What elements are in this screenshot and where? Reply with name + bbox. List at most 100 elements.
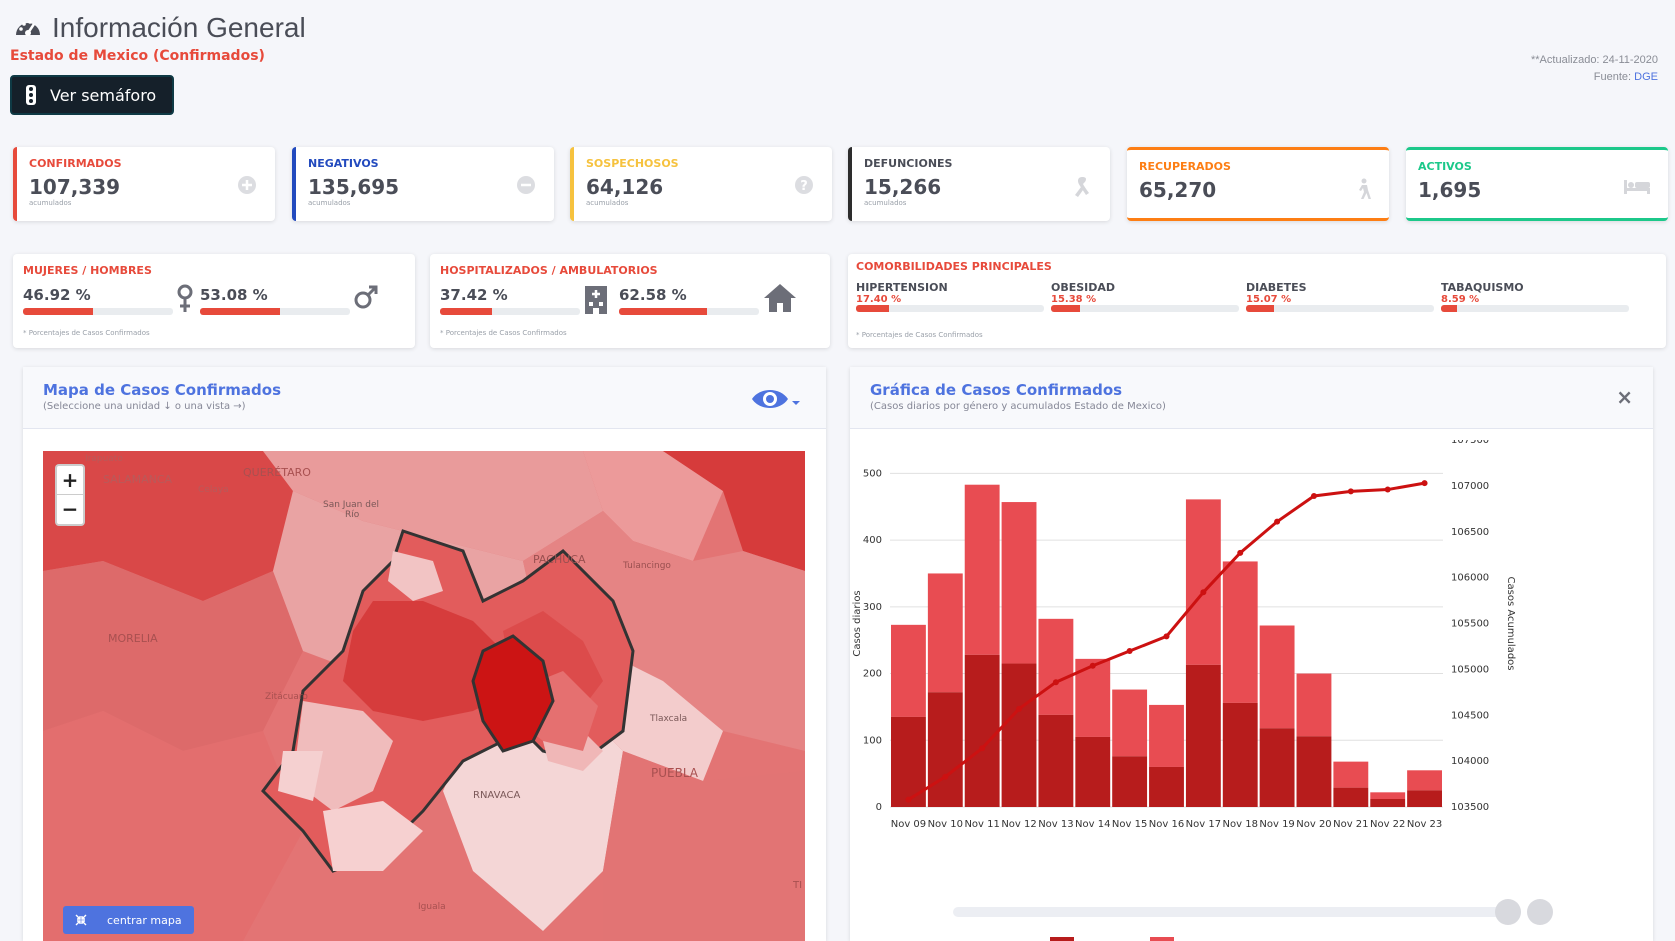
comorb-label: OBESIDAD bbox=[1051, 281, 1116, 294]
map-label: Celaya bbox=[198, 485, 229, 495]
kpi-activos: ACTIVOS 1,695 bbox=[1406, 147, 1668, 221]
comorb-label: TABAQUISMO bbox=[1441, 281, 1524, 294]
kpi-label: DEFUNCIONES bbox=[864, 157, 953, 170]
cumulative-point bbox=[1052, 679, 1059, 686]
male-icon bbox=[354, 285, 378, 309]
hospital-icon bbox=[585, 286, 607, 314]
comorb-card: COMORBILIDADES PRINCIPALES HIPERTENSION … bbox=[848, 254, 1666, 348]
y-axis-label: Casos diarios bbox=[852, 590, 863, 656]
y2-tick-label: 103500 bbox=[1451, 802, 1489, 813]
close-chart-button[interactable]: × bbox=[1616, 385, 1633, 409]
map-label: SALAMANCA bbox=[103, 473, 173, 486]
men-bar-fill bbox=[200, 308, 280, 315]
range-handle-right[interactable] bbox=[1527, 899, 1553, 925]
comorb-label: HIPERTENSION bbox=[856, 281, 948, 294]
map-label: MORELIA bbox=[108, 632, 158, 645]
comorb-bar-fill bbox=[1051, 305, 1080, 312]
map-subtitle: (Seleccione una unidad ↓ o una vista →) bbox=[43, 401, 246, 412]
cumulative-point bbox=[1016, 705, 1023, 712]
cumulative-point bbox=[905, 796, 912, 803]
x-tick-label: Nov 14 bbox=[1075, 819, 1110, 830]
kpi-value: 135,695 bbox=[308, 175, 400, 199]
bar-series-2 bbox=[1149, 704, 1184, 767]
kpi-label: NEGATIVOS bbox=[308, 157, 379, 170]
bar-series-2 bbox=[1296, 673, 1332, 737]
comorb-pct: 8.59 % bbox=[1441, 294, 1480, 305]
x-tick-label: Nov 10 bbox=[928, 819, 963, 830]
y2-axis-label: Casos Acumulados bbox=[1505, 577, 1516, 671]
comorb-bar-fill bbox=[1441, 305, 1458, 312]
y2-tick-label: 105500 bbox=[1451, 619, 1489, 630]
comorb-title: COMORBILIDADES PRINCIPALES bbox=[856, 260, 1052, 273]
cumulative-point bbox=[979, 745, 986, 752]
bar-series-1 bbox=[1075, 736, 1111, 807]
chart-panel-header: Gráfica de Casos Confirmados (Casos diar… bbox=[850, 367, 1653, 429]
kpi-note: acumulados bbox=[586, 199, 629, 207]
kpi-note: acumulados bbox=[308, 199, 351, 207]
bar-series-2 bbox=[964, 484, 1000, 655]
source-link[interactable]: DGE bbox=[1634, 71, 1658, 83]
bar-series-1 bbox=[964, 654, 1000, 807]
comorb-bar-fill bbox=[856, 305, 889, 312]
y2-tick-label: 107500 bbox=[1451, 440, 1489, 446]
bar-series-2 bbox=[1038, 618, 1074, 715]
map-label: TI bbox=[792, 880, 802, 891]
compress-arrows-icon bbox=[75, 914, 87, 926]
comorb-pct: 15.07 % bbox=[1246, 294, 1292, 305]
kpi-value: 64,126 bbox=[586, 175, 664, 199]
y2-tick-label: 104500 bbox=[1451, 710, 1489, 721]
center-map-label: centrar mapa bbox=[107, 913, 182, 927]
bar-series-1 bbox=[1149, 766, 1184, 807]
hosp-bar-fill bbox=[440, 308, 493, 315]
women-bar bbox=[23, 308, 173, 315]
hosp-card: HOSPITALIZADOS / AMBULATORIOS 37.42 % 62… bbox=[430, 254, 830, 348]
hosp-pct: 37.42 % bbox=[440, 286, 508, 304]
cumulative-point bbox=[1347, 488, 1354, 495]
x-tick-label: Nov 18 bbox=[1223, 819, 1258, 830]
zoom-in-button[interactable]: + bbox=[57, 466, 83, 495]
ver-semaforo-button[interactable]: Ver semáforo bbox=[10, 75, 174, 115]
y-tick-label: 400 bbox=[863, 535, 882, 546]
ribbon-icon bbox=[1075, 177, 1089, 197]
men-pct: 53.08 % bbox=[200, 286, 268, 304]
bar-series-1 bbox=[1038, 714, 1074, 807]
legend-swatch[interactable] bbox=[1150, 937, 1174, 941]
bar-series-1 bbox=[1001, 663, 1037, 807]
kpi-note: acumulados bbox=[29, 199, 72, 207]
kpi-sospechosos: SOSPECHOSOS 64,126 acumulados ? bbox=[570, 147, 832, 221]
page-subtitle: Estado de Mexico (Confirmados) bbox=[10, 48, 265, 64]
x-tick-label: Nov 23 bbox=[1407, 819, 1442, 830]
kpi-note: acumulados bbox=[864, 199, 907, 207]
comorb-note: * Porcentajes de Casos Confirmados bbox=[856, 331, 983, 339]
home-icon bbox=[764, 284, 796, 312]
range-handle-left[interactable] bbox=[1495, 899, 1521, 925]
bar-series-2 bbox=[1222, 561, 1258, 703]
map-label: Río bbox=[345, 510, 360, 520]
map-label: RNAVACA bbox=[473, 790, 520, 801]
center-map-button[interactable]: centrar mapa bbox=[63, 906, 194, 934]
bed-icon bbox=[1624, 180, 1650, 194]
kpi-value: 107,339 bbox=[29, 175, 121, 199]
x-tick-label: Nov 15 bbox=[1112, 819, 1147, 830]
bar-series-1 bbox=[1407, 790, 1442, 807]
comorb-item: TABAQUISMO 8.59 % bbox=[1441, 281, 1631, 312]
comorb-bar-fill bbox=[1246, 305, 1275, 312]
choropleth-map[interactable]: SALAMANCA Celaya QUERÉTARO San Juan del … bbox=[43, 451, 805, 941]
amb-bar bbox=[619, 308, 759, 315]
men-bar bbox=[200, 308, 350, 315]
hosp-note: * Porcentajes de Casos Confirmados bbox=[440, 329, 567, 337]
comorb-item: OBESIDAD 15.38 % bbox=[1051, 281, 1241, 312]
y-tick-label: 500 bbox=[863, 468, 882, 479]
cumulative-point bbox=[1163, 633, 1170, 640]
zoom-out-button[interactable]: − bbox=[57, 495, 83, 524]
view-toggle-eye-icon[interactable] bbox=[750, 385, 802, 413]
page-title-text: Información General bbox=[52, 12, 306, 43]
legend-swatch[interactable] bbox=[1050, 937, 1074, 941]
ver-semaforo-label: Ver semáforo bbox=[50, 85, 157, 105]
map-label: Irapuato bbox=[85, 454, 123, 464]
chart-range-slider[interactable] bbox=[953, 907, 1521, 917]
svg-text:?: ? bbox=[800, 179, 808, 194]
updated-date: **Actualizado: 24-11-2020 bbox=[1531, 54, 1658, 66]
map-panel-header: Mapa de Casos Confirmados (Seleccione un… bbox=[23, 367, 826, 429]
bar-series-1 bbox=[1185, 664, 1221, 807]
